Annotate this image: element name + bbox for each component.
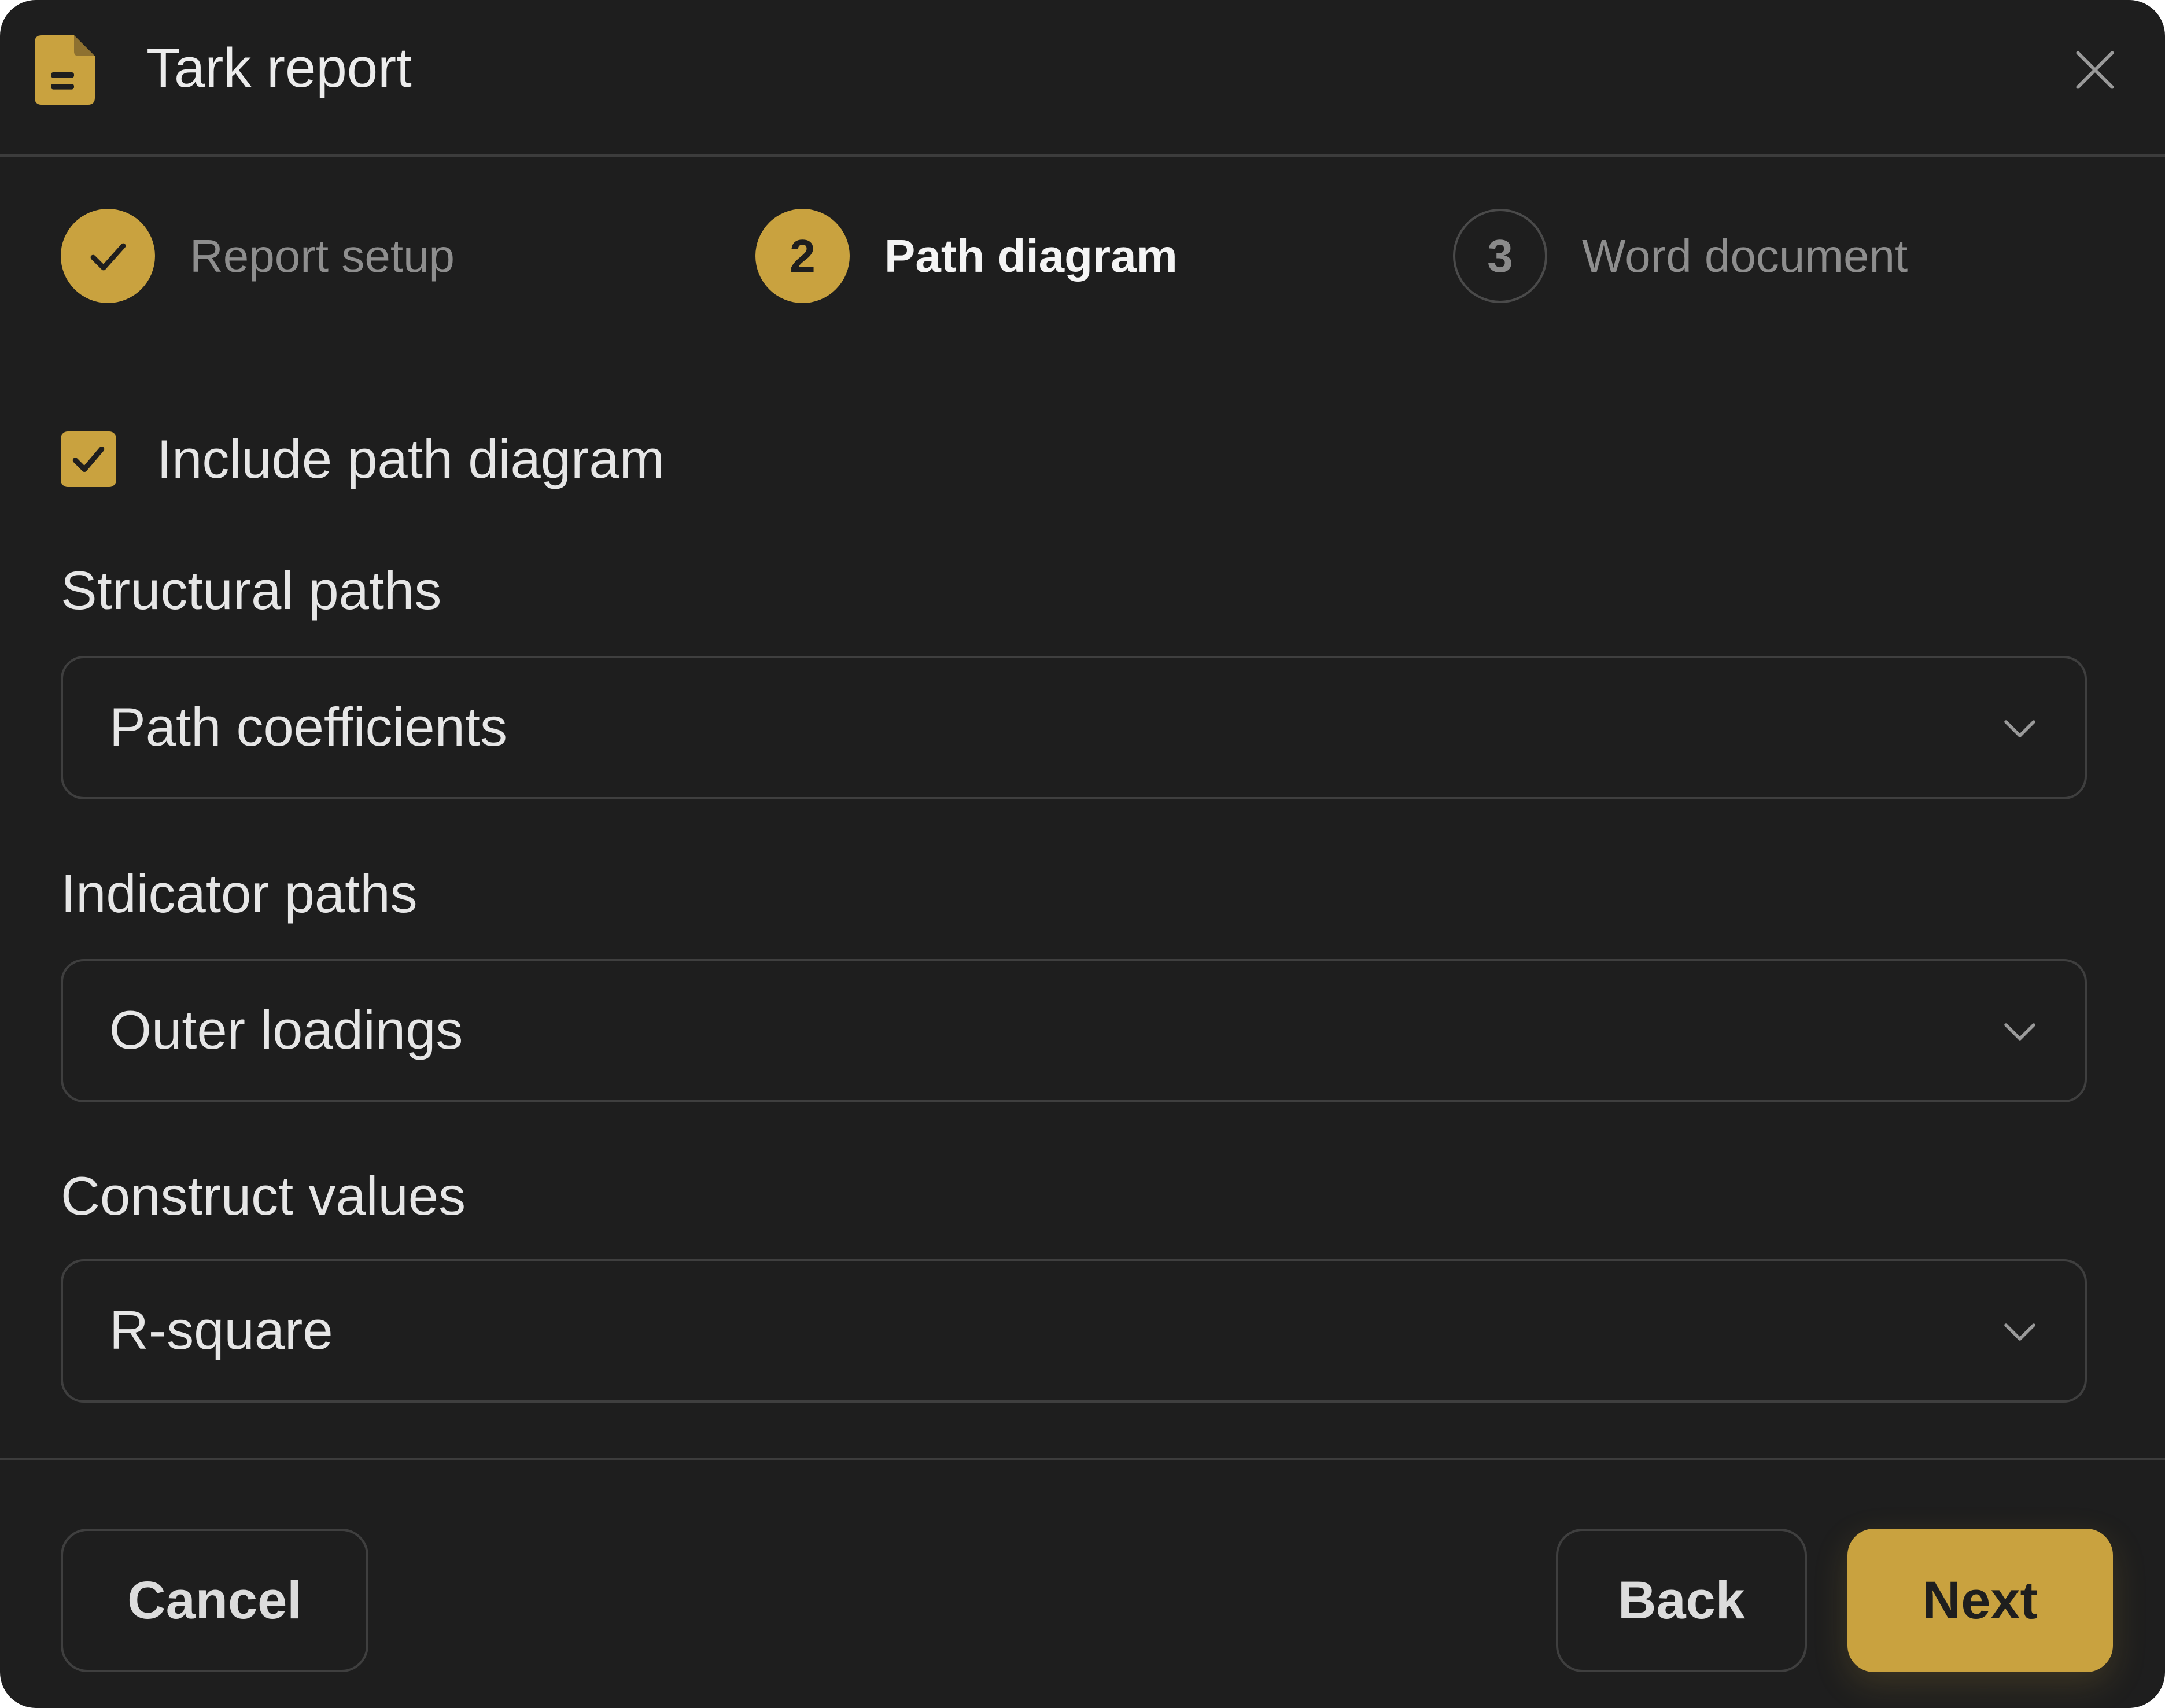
footer-divider (0, 1458, 2165, 1460)
chevron-down-icon (2004, 1323, 2035, 1341)
dialog-title: Tark report (146, 37, 412, 99)
chevron-down-icon (2004, 1023, 2035, 1041)
structural-paths-label: Structural paths (61, 560, 442, 621)
include-path-diagram-option[interactable]: Include path diagram (61, 428, 665, 490)
step-number: 2 (755, 209, 850, 303)
include-path-diagram-checkbox[interactable] (61, 431, 116, 487)
step-label: Path diagram (884, 230, 1178, 282)
select-value: R-square (109, 1300, 333, 1360)
structural-paths-select[interactable]: Path coefficients (61, 656, 2087, 799)
back-button[interactable]: Back (1556, 1529, 1807, 1672)
indicator-paths-label: Indicator paths (61, 863, 418, 924)
next-button[interactable]: Next (1847, 1529, 2113, 1672)
checkmark-icon (72, 446, 105, 473)
include-path-diagram-label[interactable]: Include path diagram (157, 428, 665, 490)
step-path-diagram[interactable]: 2 Path diagram (755, 208, 1178, 304)
close-icon[interactable] (2074, 49, 2116, 91)
dialog-header: Tark report (0, 0, 2165, 157)
construct-values-select[interactable]: R-square (61, 1259, 2087, 1403)
document-icon (35, 35, 95, 105)
step-completed-indicator (61, 209, 155, 303)
step-word-document[interactable]: 3 Word document (1453, 208, 1908, 304)
construct-values-label: Construct values (61, 1165, 466, 1226)
chevron-down-icon (2004, 720, 2035, 737)
select-value: Outer loadings (109, 999, 463, 1060)
step-number: 3 (1453, 209, 1547, 303)
step-label: Report setup (190, 230, 455, 282)
step-label: Word document (1582, 230, 1908, 282)
check-icon (90, 243, 126, 270)
indicator-paths-select[interactable]: Outer loadings (61, 959, 2087, 1102)
step-report-setup[interactable]: Report setup (61, 208, 455, 304)
select-value: Path coefficients (109, 696, 508, 757)
stepper: Report setup 2 Path diagram 3 Word docum… (0, 208, 2165, 304)
tark-report-dialog: Tark report Report setup 2 Path diagram … (0, 0, 2165, 1708)
cancel-button[interactable]: Cancel (61, 1529, 368, 1672)
